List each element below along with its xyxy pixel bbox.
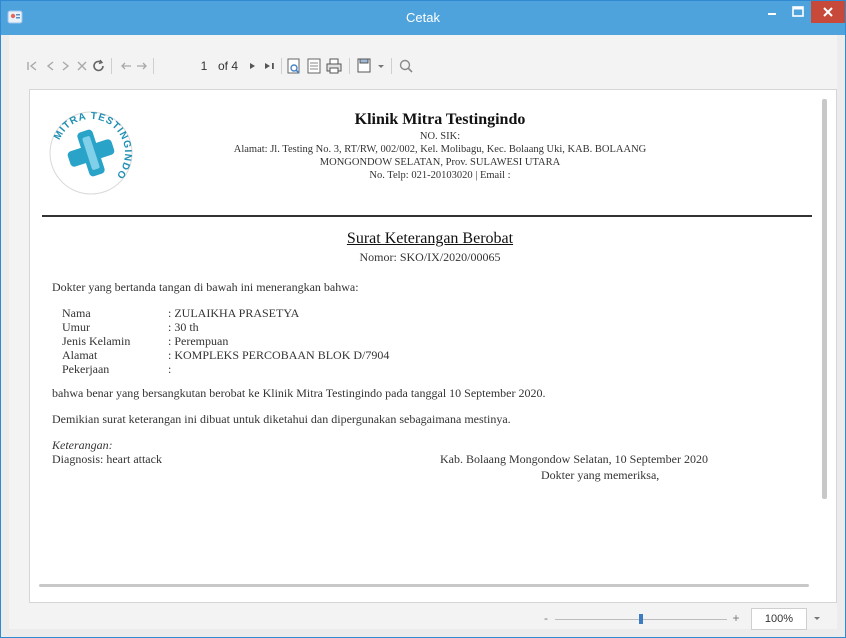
stop-icon[interactable] <box>75 53 89 79</box>
place-date-text: Kab. Bolaang Mongondow Selatan, 10 Septe… <box>440 452 708 466</box>
vertical-scroll-thumb[interactable] <box>822 99 827 499</box>
report-viewer[interactable]: MITRA TESTINGINDO Klinik Mitra Testingin… <box>29 89 837 603</box>
zoom-value-field[interactable]: 100% <box>751 608 807 630</box>
last-page-icon[interactable] <box>263 53 277 79</box>
letterhead: Klinik Mitra Testingindo NO. SIK: Alamat… <box>140 110 740 182</box>
field-label-umur: Umur <box>62 320 90 334</box>
refresh-icon[interactable] <box>91 53 107 79</box>
sik-number: NO. SIK: <box>419 131 461 142</box>
contact-line: No. Telp: 021-20103020 | Email : <box>369 170 511 181</box>
vertical-scrollbar[interactable] <box>819 91 831 589</box>
field-value-alamat: : KOMPLEKS PERCOBAAN BLOK D/7904 <box>168 348 390 362</box>
next-page-icon[interactable] <box>247 53 259 79</box>
letterhead-divider <box>42 215 812 217</box>
next-icon[interactable] <box>59 53 73 79</box>
field-value-jenis-kelamin: : Perempuan <box>168 334 229 348</box>
field-label-pekerjaan: Pekerjaan <box>62 362 110 376</box>
current-page-field[interactable]: 1 <box>197 53 211 79</box>
search-icon[interactable] <box>397 53 415 79</box>
forward-icon[interactable] <box>135 53 149 79</box>
address-line-2: MONGONDOW SELATAN, Prov. SULAWESI UTARA <box>319 157 561 168</box>
zoom-out-button[interactable]: - <box>541 611 551 627</box>
page-setup-icon[interactable] <box>285 53 303 79</box>
report-toolbar: 1 of 4 <box>15 53 833 79</box>
back-icon[interactable] <box>119 53 133 79</box>
prev-icon[interactable] <box>43 53 57 79</box>
field-value-umur: : 30 th <box>168 320 199 334</box>
window-title: Cetak <box>406 10 440 25</box>
zoom-dropdown-icon[interactable] <box>809 608 825 630</box>
minimize-button[interactable] <box>759 1 785 23</box>
notes-label: Keterangan: <box>52 438 113 452</box>
closing-text: Demikian surat keterangan ini dibuat unt… <box>52 412 511 426</box>
document-number: Nomor: SKO/IX/2020/00065 <box>359 250 501 264</box>
intro-text: Dokter yang bertanda tangan di bawah ini… <box>52 280 359 294</box>
horizontal-scroll-thumb[interactable] <box>39 584 809 587</box>
dropdown-icon[interactable] <box>375 53 387 79</box>
maximize-button[interactable] <box>785 1 811 23</box>
title-bar[interactable]: Cetak <box>1 1 845 35</box>
signer-text: Dokter yang memeriksa, <box>541 468 660 482</box>
zoom-slider-thumb[interactable] <box>639 614 643 624</box>
horizontal-scrollbar[interactable] <box>31 579 821 591</box>
close-button[interactable] <box>811 1 845 23</box>
address-line-1: Alamat: Jl. Testing No. 3, RT/RW, 002/00… <box>233 144 647 155</box>
print-window: Cetak 1 of 4 MITRA TESTINGINDO Klinik Mi… <box>0 0 846 638</box>
print-icon[interactable] <box>325 53 343 79</box>
field-label-jenis-kelamin: Jenis Kelamin <box>62 334 131 348</box>
diagnosis-text: Diagnosis: heart attack <box>52 452 162 466</box>
field-label-nama: Nama <box>62 306 91 320</box>
zoom-in-button[interactable]: + <box>731 611 741 627</box>
document-title: Surat Keterangan Berobat <box>346 230 514 247</box>
field-value-pekerjaan: : <box>168 362 172 376</box>
clinic-name: Klinik Mitra Testingindo <box>354 111 526 128</box>
clinic-logo: MITRA TESTINGINDO <box>49 111 133 195</box>
zoom-bar: - + 100% <box>541 607 831 631</box>
field-label-alamat: Alamat <box>62 348 98 362</box>
first-page-icon[interactable] <box>25 53 39 79</box>
report-page: MITRA TESTINGINDO Klinik Mitra Testingin… <box>30 90 836 602</box>
layout-icon[interactable] <box>305 53 323 79</box>
statement-text: bahwa benar yang bersangkutan berobat ke… <box>52 386 546 400</box>
export-icon[interactable] <box>355 53 373 79</box>
field-value-nama: : ZULAIKHA PRASETYA <box>168 306 300 320</box>
page-total-label: of 4 <box>217 59 238 73</box>
